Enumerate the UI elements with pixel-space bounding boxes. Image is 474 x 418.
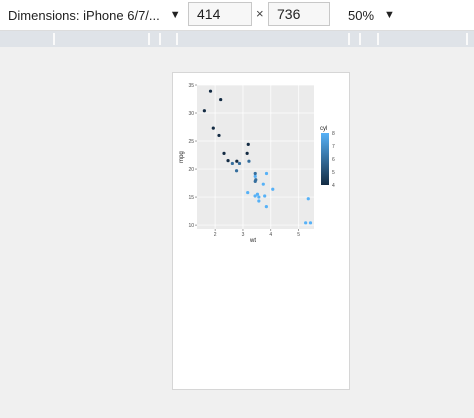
- legend-tick-label: 4: [332, 183, 335, 189]
- ruler-tick: [348, 33, 350, 45]
- y-tick-label: 25: [188, 139, 194, 145]
- data-point: [254, 178, 258, 182]
- data-point: [263, 194, 267, 198]
- data-point: [202, 109, 206, 113]
- data-point: [237, 161, 242, 166]
- data-point: [219, 97, 223, 102]
- times-symbol: ×: [256, 6, 264, 21]
- data-point: [308, 221, 313, 225]
- dimensions-label: Dimensions: iPhone 6/7/...: [8, 7, 160, 23]
- zoom-dropdown[interactable]: 50% ▼: [348, 6, 395, 24]
- data-point: [235, 159, 239, 163]
- y-axis-title: mpg: [179, 151, 185, 163]
- ruler-tick: [359, 33, 361, 45]
- data-point: [257, 195, 261, 199]
- data-point: [246, 142, 250, 146]
- data-point: [253, 174, 257, 178]
- x-tick-label: 2: [214, 232, 217, 238]
- ruler-tick: [53, 33, 55, 45]
- device-toolbar: Dimensions: iPhone 6/7/... ▼ × 50% ▼: [0, 0, 474, 31]
- legend-tick-label: 6: [332, 157, 335, 163]
- data-point: [255, 192, 260, 196]
- data-point: [246, 190, 250, 195]
- media-query-bar[interactable]: [0, 31, 474, 47]
- dimensions-dropdown[interactable]: Dimensions: iPhone 6/7/... ▼: [8, 6, 181, 24]
- legend-title: cyl: [320, 126, 327, 132]
- ruler-tick: [377, 33, 379, 45]
- data-point: [230, 161, 234, 166]
- data-point: [226, 159, 230, 163]
- color-bar: [321, 133, 329, 185]
- x-axis: 2 3 4 5: [214, 229, 300, 238]
- y-tick-label: 30: [188, 111, 194, 117]
- ruler-tick: [148, 33, 150, 45]
- data-point: [264, 204, 268, 209]
- x-tick-label: 5: [297, 232, 300, 238]
- ruler-tick: [176, 33, 178, 45]
- scatter-plot: 10 15 20 25 30 35 2 3 4 5 wt mpg cyl 4 5 6 7 8: [179, 83, 335, 244]
- data-point: [253, 171, 257, 176]
- zoom-label: 50%: [348, 7, 375, 23]
- chevron-down-icon: ▼: [169, 8, 181, 21]
- legend-tick-label: 5: [332, 170, 335, 176]
- y-tick-label: 20: [188, 167, 194, 173]
- legend-ticks: 4 5 6 7 8: [332, 131, 335, 189]
- data-point: [208, 89, 213, 93]
- data-point: [245, 151, 249, 155]
- width-input[interactable]: [188, 2, 252, 26]
- y-axis: 10 15 20 25 30 35: [188, 83, 197, 229]
- chevron-down-icon: ▼: [384, 8, 395, 21]
- y-tick-label: 10: [188, 223, 194, 229]
- height-input[interactable]: [268, 2, 330, 26]
- data-point: [261, 182, 265, 186]
- ruler-tick: [159, 33, 161, 45]
- plot-panel: [197, 85, 314, 229]
- data-point: [211, 126, 215, 130]
- x-axis-title: wt: [249, 238, 256, 244]
- legend-tick-label: 7: [332, 144, 335, 150]
- x-tick-label: 3: [242, 232, 245, 238]
- data-point: [264, 171, 269, 176]
- ruler-tick: [466, 33, 468, 45]
- data-point: [271, 187, 275, 191]
- data-point: [257, 199, 261, 203]
- y-tick-label: 35: [188, 83, 194, 89]
- data-point: [247, 159, 251, 163]
- data-point: [304, 221, 308, 225]
- legend-tick-label: 8: [332, 131, 335, 137]
- device-viewport: 10 15 20 25 30 35 2 3 4 5 wt mpg cyl 4 5 6 7 8: [172, 72, 350, 390]
- data-point: [234, 169, 239, 173]
- data-point: [222, 151, 226, 155]
- data-point: [217, 133, 221, 138]
- data-point: [306, 197, 310, 201]
- x-tick-label: 4: [269, 232, 272, 238]
- y-tick-label: 15: [188, 195, 194, 201]
